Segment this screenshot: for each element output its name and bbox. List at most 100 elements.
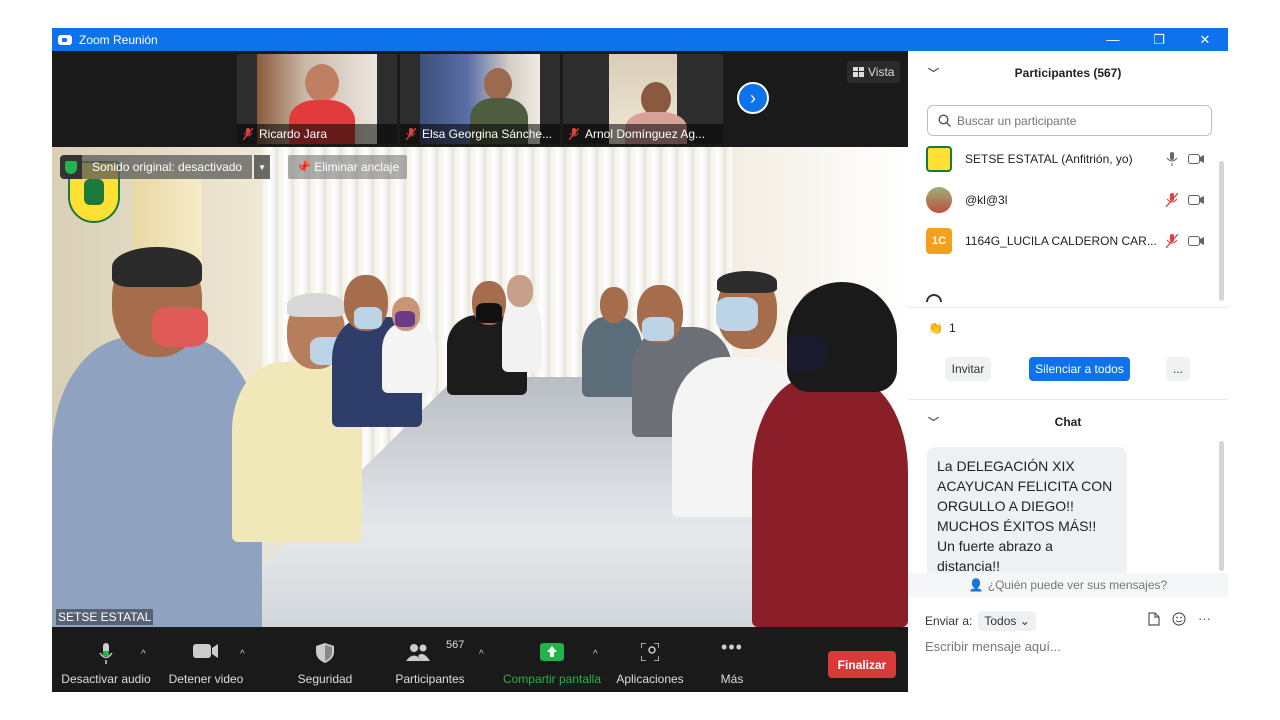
view-button[interactable]: Vista [847, 61, 901, 83]
chevron-down-icon[interactable]: ﹀ [928, 65, 939, 81]
active-speaker-video: Sonido original: desactivado ▼ 📌 Elimina… [52, 147, 908, 627]
participant-search[interactable] [927, 105, 1212, 136]
gallery-strip: Ricardo Jara Elsa Georgina Sánche... Arn [52, 51, 908, 147]
participants-options-caret[interactable]: ^ [479, 649, 484, 660]
reaction-counter: 👏 1 [928, 321, 956, 335]
more-button[interactable]: ••• Más [708, 627, 756, 692]
security-shield-icon [60, 155, 82, 179]
more-options-button[interactable]: ... [1166, 357, 1190, 381]
participant-row-partial [926, 294, 1206, 302]
video-options-caret[interactable]: ^ [240, 649, 245, 660]
meeting-toolbar: Desactivar audio ^ Detener video ^ Segur… [52, 627, 908, 692]
send-to-selector: Enviar a: Todos ⌄ [925, 611, 1036, 631]
chat-message: La DELEGACIÓN XIX ACAYUCAN FELICITA CON … [927, 447, 1127, 585]
speaker-name: SETSE ESTATAL [56, 609, 154, 625]
participant-face [484, 68, 512, 100]
microphone-icon [99, 643, 113, 664]
participant-thumbnail[interactable]: Arnol Domínguez Ag... [563, 54, 723, 144]
search-input[interactable] [957, 113, 1197, 128]
participants-icon [406, 644, 430, 661]
participant-row[interactable]: @kl@3l [908, 179, 1218, 220]
send-to-value: Todos [984, 614, 1017, 628]
participant-thumbnail[interactable]: Elsa Georgina Sánche... [400, 54, 560, 144]
close-button[interactable]: ✕ [1182, 28, 1228, 51]
apps-icon [641, 643, 659, 661]
share-screen-icon [540, 643, 564, 661]
mic-muted-icon[interactable] [1166, 192, 1178, 207]
window-title: Zoom Reunión [79, 32, 158, 47]
video-camera-icon [193, 644, 218, 658]
mic-muted-icon [569, 128, 579, 140]
reaction-count: 1 [948, 321, 956, 335]
mute-audio-label: Desactivar audio [61, 672, 151, 686]
video-camera-icon[interactable] [1188, 194, 1204, 205]
send-to-label: Enviar a: [925, 614, 973, 628]
stop-video-button[interactable]: Detener video [164, 627, 248, 692]
participant-name: @kl@3l [965, 192, 1008, 207]
participant-name: Arnol Domínguez Ag... [585, 127, 706, 141]
send-to-dropdown[interactable]: Todos ⌄ [978, 611, 1036, 631]
more-icon[interactable]: ··· [1198, 611, 1211, 626]
meeting-stage: Ricardo Jara Elsa Georgina Sánche... Arn [52, 51, 908, 692]
chat-message-input[interactable] [925, 639, 1215, 654]
restore-button[interactable]: ❐ [1136, 28, 1182, 51]
participant-row[interactable]: 1C 1164G_LUCILA CALDERON CAR... [908, 220, 1218, 261]
grid-icon [853, 67, 864, 77]
security-button[interactable]: Seguridad [290, 627, 360, 692]
file-icon[interactable] [1148, 611, 1160, 626]
participant-name: Ricardo Jara [259, 127, 328, 141]
participants-scrollbar[interactable] [1219, 161, 1224, 301]
share-screen-label: Compartir pantalla [502, 672, 602, 686]
end-meeting-button[interactable]: Finalizar [828, 651, 896, 678]
video-camera-icon[interactable] [1188, 153, 1204, 164]
chat-actions: ··· [1148, 611, 1211, 626]
participant-name: 1164G_LUCILA CALDERON CAR... [965, 233, 1157, 248]
microphone-icon[interactable] [1166, 151, 1178, 166]
title-bar: Zoom Reunión — ❐ ✕ [52, 28, 1228, 51]
who-can-see-link[interactable]: 👤 ¿Quién puede ver sus mensajes? [908, 573, 1228, 597]
invite-button[interactable]: Invitar [945, 357, 991, 381]
unpin-button[interactable]: 📌 Eliminar anclaje [288, 155, 407, 179]
participants-button[interactable]: 567 Participantes [388, 627, 472, 692]
next-page-button[interactable]: › [737, 82, 769, 114]
shield-icon [316, 643, 334, 663]
participants-header: ﹀ Participantes (567) [908, 51, 1228, 95]
video-camera-icon[interactable] [1188, 235, 1204, 246]
more-dots-icon: ••• [721, 637, 743, 657]
share-options-caret[interactable]: ^ [593, 649, 598, 660]
original-sound-control[interactable]: Sonido original: desactivado ▼ [60, 155, 271, 179]
stop-video-label: Detener video [168, 672, 244, 686]
mic-muted-icon[interactable] [1166, 233, 1178, 248]
search-icon [938, 114, 951, 127]
view-label: Vista [868, 65, 895, 79]
chevron-down-icon[interactable]: ﹀ [928, 414, 939, 430]
apps-label: Aplicaciones [616, 672, 684, 686]
unpin-label: Eliminar anclaje [314, 160, 399, 174]
mic-muted-icon [243, 128, 253, 140]
participant-face [641, 82, 671, 116]
participants-title: Participantes (567) [1014, 66, 1122, 80]
audio-options-caret[interactable]: ^ [141, 649, 146, 660]
person-icon: 👤 [968, 578, 984, 592]
emoji-icon[interactable] [1172, 611, 1186, 626]
zoom-window: Zoom Reunión — ❐ ✕ Ricardo Jara Elsa Geo… [52, 28, 1228, 692]
participants-count: 567 [446, 639, 465, 651]
mute-all-button[interactable]: Silenciar a todos [1029, 357, 1130, 381]
share-screen-button[interactable]: Compartir pantalla [500, 627, 604, 692]
pin-icon: 📌 [296, 160, 311, 174]
minimize-button[interactable]: — [1090, 28, 1136, 51]
participant-thumbnail[interactable]: Ricardo Jara [237, 54, 397, 144]
participant-face [305, 64, 339, 102]
original-sound-label[interactable]: Sonido original: desactivado [82, 155, 253, 179]
avatar-initials: 1C [926, 227, 952, 254]
apps-button[interactable]: Aplicaciones [614, 627, 686, 692]
participant-row[interactable]: SETSE ESTATAL (Anfitrión, yo) [908, 138, 1218, 179]
chat-header: ﹀ Chat [908, 399, 1228, 443]
side-panel: ﹀ Participantes (567) SETSE ESTATAL (Anf… [908, 51, 1228, 692]
participants-label: Participantes [395, 672, 465, 686]
chevron-right-icon: › [750, 87, 756, 108]
avatar [926, 186, 952, 213]
mute-audio-button[interactable]: Desactivar audio [60, 627, 152, 692]
chevron-down-icon[interactable]: ▼ [254, 155, 271, 179]
chat-scrollbar[interactable] [1219, 441, 1224, 571]
